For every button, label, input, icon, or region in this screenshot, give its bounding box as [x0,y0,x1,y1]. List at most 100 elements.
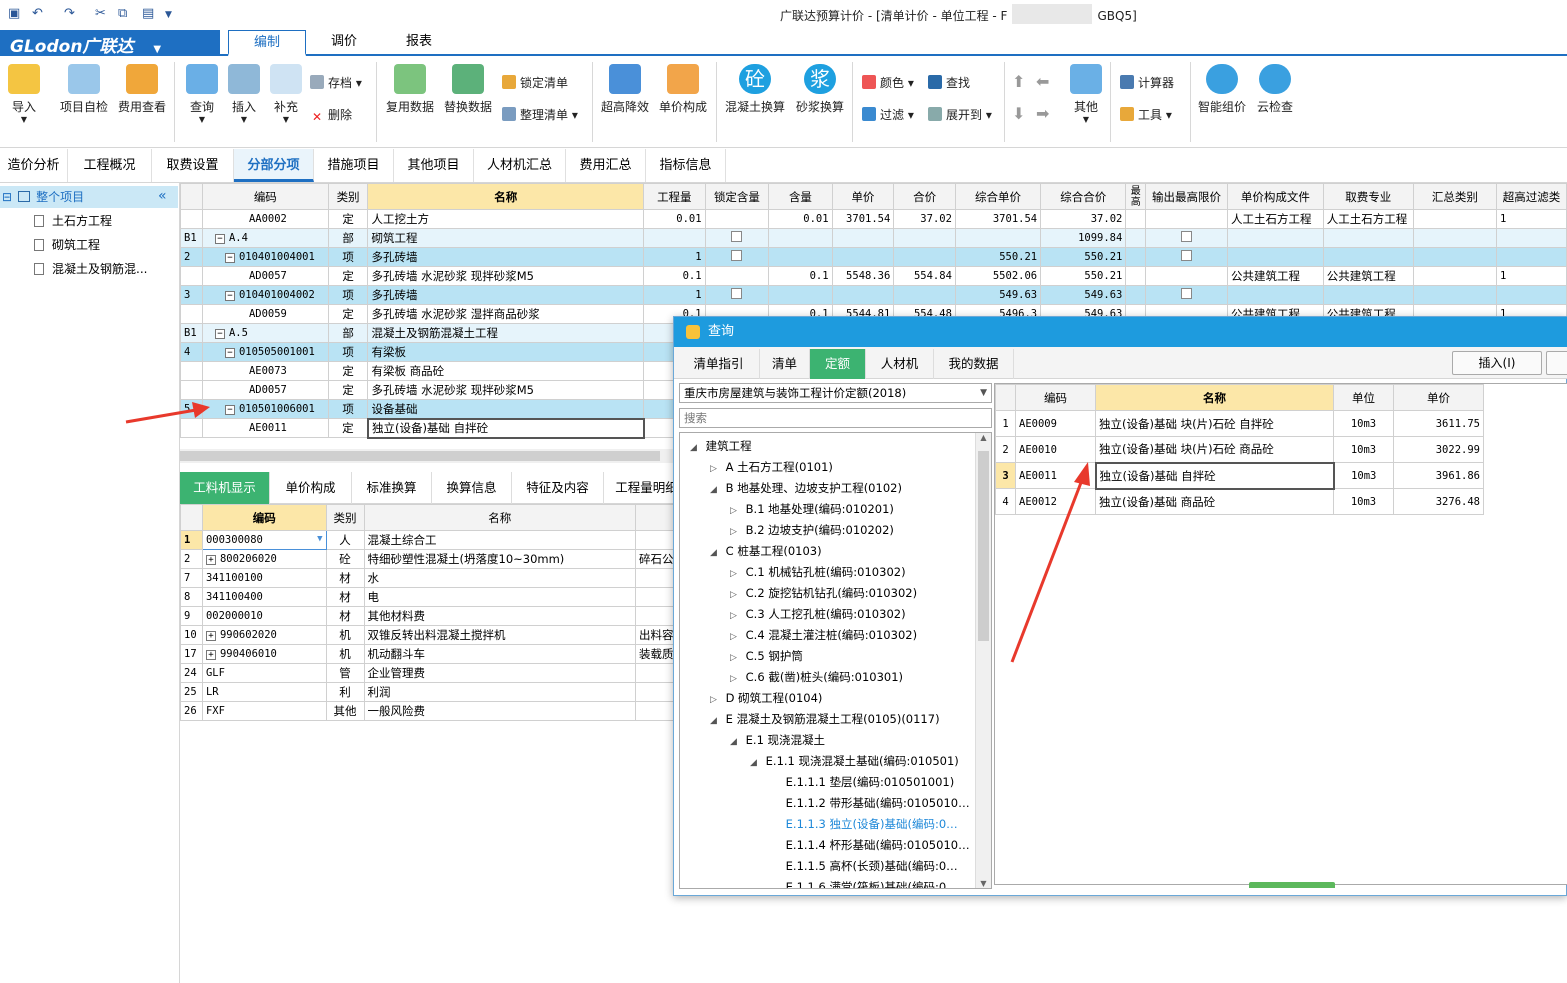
tree-item-concrete[interactable]: 混凝土及钢筋混... [0,258,178,280]
tree-node[interactable]: ▷ C.3 人工挖孔桩(编码:010302) [730,604,906,625]
app-logo[interactable]: GLodon广联达 ▼ [0,30,220,57]
code-cell[interactable]: +800206020 [201,549,327,569]
header-unit[interactable]: 单位 [1333,384,1394,411]
tab-bill[interactable]: 清单 [760,349,810,379]
tree-node[interactable]: ▷ A 土石方工程(0101) [710,457,833,478]
composition-file-cell[interactable] [1226,247,1324,267]
header-lock-content[interactable]: 锁定含量 [704,183,770,210]
header-unit-price[interactable]: 单价 [1393,384,1484,411]
tree-node[interactable]: ▷ C.6 截(凿)桩头(编码:010301) [730,667,903,688]
quota-library-select[interactable]: 重庆市房屋建筑与装饰工程计价定额(2018) ▼ [679,383,992,403]
collapse-icon[interactable]: − [224,253,235,263]
type-cell[interactable]: 机 [325,625,365,645]
type-cell[interactable]: 定 [327,209,369,229]
code-cell[interactable]: −010505001001 [201,342,329,362]
total-price-cell[interactable]: 37.02 [893,209,956,229]
lock-list-button[interactable]: 锁定清单 [502,74,568,91]
other-button[interactable]: 其他 ▼ [1066,64,1106,124]
unit-price-cell[interactable] [831,228,895,248]
code-cell[interactable]: +990602020 [201,625,327,645]
type-cell[interactable]: 项 [327,285,369,305]
move-up-icon[interactable]: ⬆ [1012,72,1025,91]
type-cell[interactable]: 部 [327,323,369,343]
code-cell[interactable]: AD0057 [201,266,329,286]
tab-labor-material-summary[interactable]: 人材机汇总 [474,149,566,182]
max-cell[interactable] [1125,285,1147,305]
table-row[interactable]: 8 341100400 材电 [180,587,680,607]
expand-icon[interactable]: ▷ [730,627,742,648]
unit-cell[interactable]: 10m3 [1333,462,1394,489]
name-cell[interactable]: 一般风险费 [363,701,636,721]
tab-features-content[interactable]: 特征及内容 [512,472,604,504]
tree-scrollbar[interactable]: ▲ ▼ [975,433,991,888]
header-name[interactable]: 名称 [1095,384,1334,411]
copy-icon[interactable]: ⧉ [118,6,127,21]
query-button[interactable]: 查询 ▼ [182,64,222,124]
reuse-data-button[interactable]: 复用数据 [384,64,436,115]
project-self-check-button[interactable]: 项目自检 [58,64,110,115]
table-row[interactable]: 2−010401004001 项多孔砖墙 1 550.21 550.21 [180,247,1567,267]
expand-icon[interactable]: ▷ [730,522,742,543]
code-cell[interactable]: AE0011 [1015,462,1096,489]
collapse-icon[interactable]: − [224,405,235,415]
name-cell[interactable]: 人工挖土方 [367,209,645,229]
composite-unit-price-cell[interactable]: 550.21 [954,247,1042,267]
over-height-cell[interactable]: 1 [1495,266,1567,286]
output-max-price-cell[interactable] [1145,285,1228,305]
name-cell[interactable]: 多孔砖墙 水泥砂浆 现拌砂浆M5 [367,380,645,400]
code-cell[interactable]: −010401004001 [201,247,329,267]
tree-node[interactable]: E.1.1.1 垫层(编码:010501001) [770,772,955,793]
expand-icon[interactable]: ▷ [730,564,742,585]
type-cell[interactable]: 项 [327,399,369,419]
name-cell[interactable]: 多孔砖墙 [367,247,645,267]
tab-labor-material-machine[interactable]: 人材机 [866,349,934,379]
header-composite-unit-price[interactable]: 综合单价 [954,183,1042,210]
header-type[interactable]: 类别 [327,183,369,210]
max-cell[interactable] [1125,266,1147,286]
header-quantity[interactable]: 工程量 [643,183,706,210]
tab-standard-conversion[interactable]: 标准换算 [352,472,432,504]
unit-price-cell[interactable]: 5548.36 [831,266,895,286]
replace-data-button[interactable]: 替换数据 [442,64,494,115]
name-cell[interactable]: 有梁板 [367,342,645,362]
code-cell[interactable]: 341100400 [201,587,327,607]
unit-price-cell[interactable] [831,285,895,305]
code-cell[interactable]: AD0057 [201,380,329,400]
output-max-price-cell[interactable] [1145,209,1228,229]
name-cell[interactable]: 独立(设备)基础 块(片)石砼 自拌砼 [1095,410,1334,437]
unit-price-cell[interactable]: 3961.86 [1393,462,1484,489]
collapse-icon[interactable]: − [214,234,225,244]
summary-category-cell[interactable] [1412,228,1497,248]
table-row[interactable]: B1− A.4 部砌筑工程 1099.84 [180,228,1567,248]
quantity-cell[interactable]: 0.1 [643,266,706,286]
content-cell[interactable] [768,228,833,248]
mortar-conversion-button[interactable]: 浆砂浆换算 [792,64,848,115]
name-cell[interactable]: 独立(设备)基础 自拌砼 [1094,461,1335,490]
table-row[interactable]: 7 341100100 材水 [180,568,680,588]
save-icon[interactable]: ▣ [8,6,20,21]
unit-price-composition-button[interactable]: 单价构成 [656,64,710,115]
unit-price-cell[interactable]: 3276.48 [1393,488,1484,515]
total-price-cell[interactable] [893,228,956,248]
composition-file-cell[interactable]: 人工土石方工程 [1226,209,1324,229]
composite-total-cell[interactable]: 1099.84 [1040,228,1127,248]
name-cell[interactable]: 多孔砖墙 水泥砂浆 现拌砂浆M5 [367,266,645,286]
type-cell[interactable]: 砼 [325,549,365,569]
cost-view-button[interactable]: 费用查看 [116,64,168,115]
code-cell[interactable]: LR [201,682,327,702]
name-cell[interactable]: 机动翻斗车 [363,644,636,664]
table-row[interactable]: 1 AE0009 独立(设备)基础 块(片)石砼 自拌砼 10m3 3611.75 [995,410,1484,437]
checkbox[interactable] [1181,288,1193,299]
quick-access-dropdown-icon[interactable]: ▼ [165,10,172,20]
fee-profession-cell[interactable]: 公共建筑工程 [1322,266,1414,286]
composite-total-cell[interactable]: 37.02 [1040,209,1127,229]
collapse-icon[interactable]: ◢ [710,543,722,564]
code-cell[interactable]: AA0002 [201,209,329,229]
insert-button[interactable]: 插入 ▼ [224,64,264,124]
composite-total-cell[interactable]: 550.21 [1040,247,1127,267]
tab-my-data[interactable]: 我的数据 [934,349,1014,379]
name-cell[interactable]: 砌筑工程 [367,228,645,248]
tree-node[interactable]: E.1.1.6 满堂(筏板)基础(编码:0… [770,877,958,888]
expand-icon[interactable]: + [205,555,216,565]
lock-content-cell[interactable] [704,209,770,229]
